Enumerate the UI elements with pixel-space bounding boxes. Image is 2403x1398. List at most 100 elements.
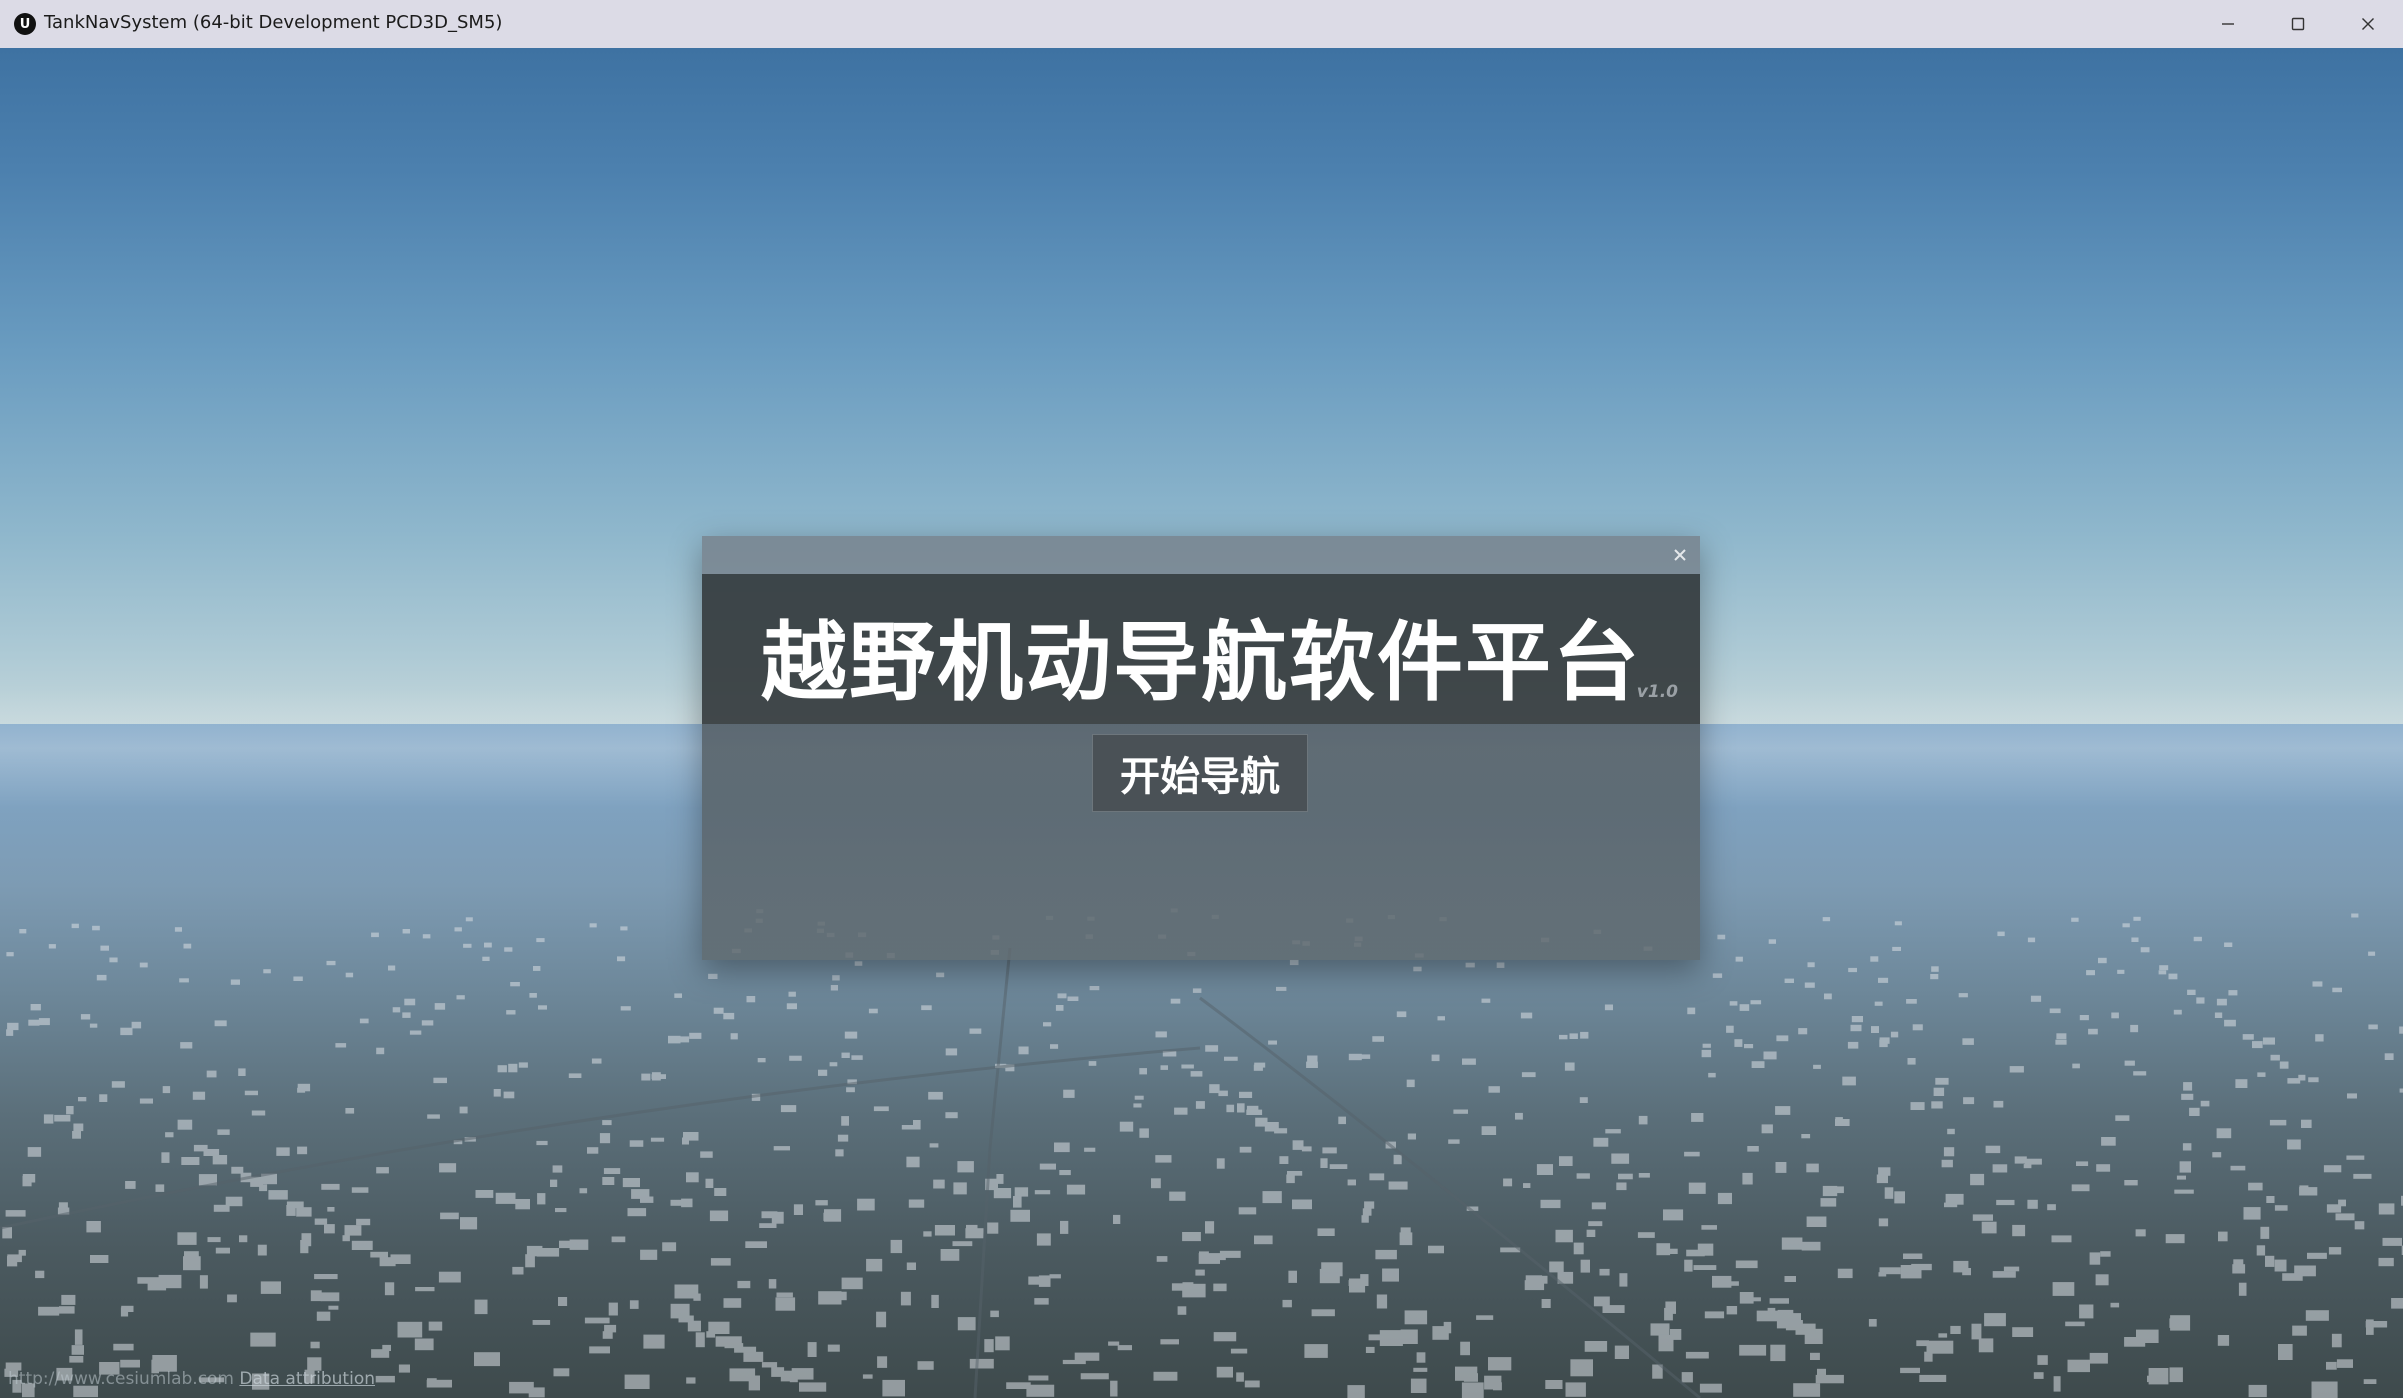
building-block	[2287, 1078, 2301, 1084]
building-block	[868, 1008, 878, 1014]
building-block	[1903, 1253, 1923, 1259]
building-block	[2216, 998, 2227, 1006]
building-block	[7, 1254, 22, 1263]
building-block	[263, 969, 271, 974]
building-block	[1656, 1243, 1671, 1256]
building-block	[1521, 1072, 1536, 1078]
building-block	[2279, 1061, 2289, 1069]
building-block	[89, 1023, 98, 1028]
building-block	[1151, 1178, 1161, 1189]
building-block	[96, 974, 107, 981]
building-block	[300, 1240, 309, 1254]
dialog-close-button[interactable]	[1670, 545, 1690, 565]
building-block	[2168, 973, 2178, 980]
building-block	[1729, 1001, 1738, 1006]
minimize-icon	[2222, 23, 2234, 25]
building-block	[1879, 1037, 1890, 1044]
building-block	[326, 960, 336, 966]
building-block	[620, 1006, 631, 1011]
building-block	[823, 1212, 833, 1221]
building-block	[536, 938, 545, 943]
building-block	[788, 991, 796, 997]
dialog-drag-bar[interactable]	[702, 536, 1700, 574]
building-block	[2315, 1034, 2324, 1042]
building-block	[640, 1196, 654, 1203]
building-block	[71, 1345, 84, 1355]
building-block	[1320, 1158, 1328, 1168]
building-block	[1216, 1158, 1225, 1169]
building-block	[1618, 1173, 1633, 1180]
building-block	[928, 1091, 943, 1100]
building-block	[351, 1240, 373, 1250]
building-block	[1481, 1126, 1497, 1135]
building-block	[1784, 978, 1794, 983]
building-block	[2003, 1266, 2020, 1272]
close-window-button[interactable]	[2333, 0, 2403, 48]
building-block	[2115, 1115, 2130, 1121]
building-block	[1476, 1315, 1494, 1320]
3d-viewport[interactable]: http://www.cesiumlab.com Data attributio…	[0, 48, 2403, 1398]
building-block	[506, 1010, 516, 1015]
building-block	[775, 1297, 796, 1311]
minimize-button[interactable]	[2193, 0, 2263, 48]
building-block	[388, 965, 396, 971]
building-block	[1462, 1058, 1476, 1065]
building-block	[1717, 1192, 1732, 1205]
building-block	[2287, 1139, 2301, 1150]
building-block	[1868, 1319, 1877, 1327]
building-block	[890, 1239, 903, 1254]
building-block	[390, 1254, 411, 1264]
building-block	[1195, 1101, 1205, 1109]
building-block	[1074, 1352, 1100, 1361]
building-block	[177, 1232, 197, 1245]
building-block	[2124, 1060, 2135, 1066]
building-block	[1410, 1378, 1427, 1393]
maximize-button[interactable]	[2263, 0, 2333, 48]
building-block	[1134, 1095, 1144, 1100]
building-block	[1569, 1033, 1578, 1039]
building-block	[1503, 1178, 1513, 1187]
building-block	[1684, 1151, 1700, 1157]
building-block	[945, 1112, 958, 1119]
building-block	[1658, 1334, 1674, 1352]
building-block	[709, 1210, 729, 1222]
building-block	[686, 1377, 696, 1384]
building-block	[2027, 937, 2036, 943]
building-block	[43, 1114, 54, 1124]
building-block	[456, 995, 465, 1000]
building-block	[945, 1048, 958, 1056]
window-titlebar[interactable]: U TankNavSystem (64-bit Development PCD3…	[0, 0, 2403, 49]
start-navigation-button[interactable]: 开始导航	[1092, 734, 1308, 812]
building-block	[730, 1033, 738, 1040]
building-block	[125, 1181, 136, 1189]
window-title: TankNavSystem (64-bit Development PCD3D_…	[44, 12, 503, 33]
building-block	[2378, 1203, 2395, 1215]
building-block	[695, 1332, 705, 1348]
building-block	[882, 1379, 905, 1397]
maximize-icon	[2291, 17, 2305, 31]
building-block	[1559, 1156, 1573, 1166]
building-block	[2182, 1143, 2192, 1151]
data-attribution-link[interactable]: Data attribution	[239, 1369, 375, 1389]
building-block	[2079, 1015, 2089, 1021]
building-block	[2009, 1066, 2024, 1073]
building-block	[1890, 1031, 1899, 1038]
building-block	[1943, 1147, 1955, 1157]
building-block	[2130, 1024, 2139, 1033]
building-block	[1288, 1270, 1297, 1283]
building-block	[2148, 1368, 2169, 1385]
building-block	[1906, 999, 1917, 1004]
building-block	[344, 1225, 362, 1236]
building-block	[2346, 1155, 2365, 1160]
building-block	[1460, 1341, 1470, 1356]
building-block	[2110, 1302, 2120, 1308]
building-block	[22, 1174, 36, 1183]
building-block	[1063, 1089, 1075, 1098]
building-block	[1254, 1235, 1273, 1245]
building-block	[568, 1073, 582, 1078]
building-block	[555, 1208, 567, 1213]
building-block	[1801, 1134, 1811, 1139]
building-block	[789, 1377, 798, 1383]
building-block	[2294, 1265, 2316, 1277]
building-block	[2079, 1304, 2094, 1319]
